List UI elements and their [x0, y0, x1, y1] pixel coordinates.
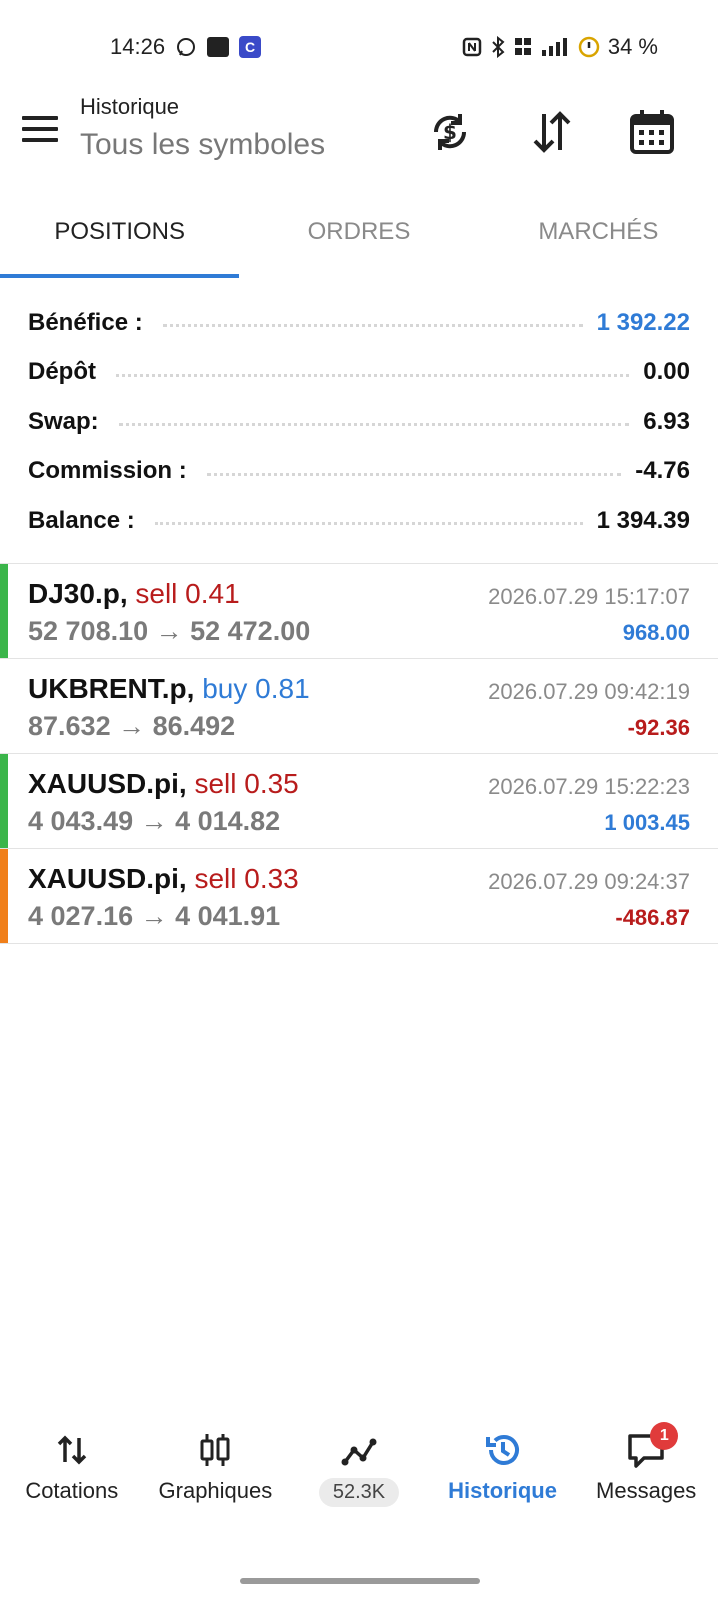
summary-panel: Bénéfice : 1 392.22 Dépôt 0.00 Swap: 6.9…: [0, 298, 718, 546]
trade-status-bar: [0, 849, 8, 943]
trade-status-bar: [0, 754, 8, 848]
trade-prices: 4 027.16 → 4 041.91: [28, 901, 281, 931]
summary-value: 6.93: [643, 407, 690, 435]
home-indicator[interactable]: [240, 1578, 480, 1584]
unread-badge: 1: [650, 1422, 679, 1450]
trade-profit: -92.36: [627, 715, 690, 740]
nav-history[interactable]: Historique: [431, 1420, 575, 1530]
trade-row[interactable]: UKBRENT.p, buy 0.81 87.632 → 86.492 2026…: [0, 659, 718, 754]
nav-messages[interactable]: 1 Messages: [574, 1420, 718, 1530]
summary-row-deposit: Dépôt 0.00: [0, 348, 718, 398]
currency-refresh-icon[interactable]: $: [426, 108, 474, 156]
status-left: 14:26 C: [110, 34, 262, 60]
dotted-leader: [154, 522, 583, 526]
summary-value: -4.76: [635, 457, 690, 485]
status-right: 34 %: [462, 34, 658, 60]
trade-profit: 968.00: [622, 620, 690, 645]
dotted-leader: [162, 324, 583, 328]
trade-profit: 1 003.45: [604, 810, 690, 835]
nav-value-pill: 52.3K: [318, 1478, 400, 1507]
battery-saver-icon: [578, 36, 600, 58]
page-title: Historique: [80, 94, 180, 119]
trade-symbol: XAUUSD.pi,: [28, 768, 187, 799]
trade-prices: 4 043.49 → 4 014.82: [28, 806, 281, 836]
summary-label: Dépôt: [28, 358, 102, 387]
trade-list: DJ30.p, sell 0.41 52 708.10 → 52 472.00 …: [0, 563, 718, 944]
summary-row-commission: Commission : -4.76: [0, 447, 718, 497]
tab-bar: POSITIONS ORDRES MARCHÉS: [0, 200, 718, 280]
status-bar: 14:26 C 34 %: [0, 0, 718, 90]
dotted-leader: [116, 373, 630, 377]
sort-icon[interactable]: [528, 108, 576, 156]
nav-label: Messages: [596, 1478, 697, 1503]
tab-markets[interactable]: MARCHÉS: [479, 200, 718, 280]
bluetooth-icon: [490, 36, 506, 58]
trade-row[interactable]: XAUUSD.pi, sell 0.33 4 027.16 → 4 041.91…: [0, 849, 718, 944]
nav-trade[interactable]: 52.3K: [287, 1420, 431, 1530]
summary-label: Balance :: [28, 506, 141, 535]
nav-label: Historique: [448, 1478, 557, 1503]
dotted-leader: [206, 472, 622, 476]
summary-value: 0.00: [643, 358, 690, 386]
nfc-icon: [462, 37, 482, 57]
app-notification-icon: C: [239, 36, 262, 58]
summary-value: 1 392.22: [596, 308, 690, 336]
trade-row[interactable]: XAUUSD.pi, sell 0.35 4 043.49 → 4 014.82…: [0, 754, 718, 849]
menu-icon[interactable]: [22, 116, 58, 146]
trade-time: 2026.07.29 15:17:07: [488, 584, 690, 609]
battery-percent: 34 %: [607, 34, 658, 59]
nav-label: Cotations: [25, 1478, 119, 1503]
trade-header: DJ30.p, sell 0.41: [28, 578, 240, 610]
bottom-nav: Cotations Graphiques 52.3K Historique 1 …: [0, 1420, 718, 1530]
whatsapp-icon: [175, 36, 197, 58]
signal-icon: [540, 36, 570, 58]
trade-header: UKBRENT.p, buy 0.81: [28, 673, 310, 705]
candlestick-icon: [195, 1430, 235, 1470]
history-icon: [483, 1430, 523, 1470]
dotted-leader: [118, 423, 630, 427]
symbol-filter[interactable]: Tous les symboles: [80, 128, 325, 162]
arrows-updown-icon: [52, 1430, 92, 1470]
svg-text:$: $: [443, 120, 457, 144]
nav-label: Graphiques: [158, 1478, 273, 1503]
trade-side: sell 0.33: [194, 863, 299, 894]
app-header: Historique Tous les symboles $: [0, 88, 718, 178]
trade-symbol: XAUUSD.pi,: [28, 863, 187, 894]
summary-row-profit: Bénéfice : 1 392.22: [0, 298, 718, 348]
trade-header: XAUUSD.pi, sell 0.35: [28, 768, 299, 800]
summary-label: Commission :: [28, 457, 193, 486]
trade-time: 2026.07.29 09:24:37: [488, 869, 690, 894]
trend-icon: [339, 1430, 379, 1470]
trade-time: 2026.07.29 09:42:19: [488, 679, 690, 704]
summary-row-balance: Balance : 1 394.39: [0, 496, 718, 546]
volte-icon: [514, 36, 532, 58]
summary-row-swap: Swap: 6.93: [0, 397, 718, 447]
trade-status-bar: [0, 564, 8, 658]
tab-positions[interactable]: POSITIONS: [0, 200, 240, 280]
trade-header: XAUUSD.pi, sell 0.33: [28, 863, 299, 895]
trade-side: sell 0.35: [194, 768, 299, 799]
calendar-icon[interactable]: [628, 108, 676, 156]
nav-quotes[interactable]: Cotations: [0, 1420, 144, 1530]
trade-prices: 52 708.10 → 52 472.00: [28, 616, 311, 646]
trade-side: buy 0.81: [202, 673, 310, 704]
trade-side: sell 0.41: [135, 578, 240, 609]
status-time: 14:26: [110, 34, 166, 59]
summary-label: Swap:: [28, 407, 105, 436]
trade-row[interactable]: DJ30.p, sell 0.41 52 708.10 → 52 472.00 …: [0, 564, 718, 659]
summary-label: Bénéfice :: [28, 308, 149, 337]
summary-value: 1 394.39: [596, 506, 690, 534]
tab-orders[interactable]: ORDRES: [239, 200, 478, 280]
trade-prices: 87.632 → 86.492: [28, 711, 236, 741]
trade-profit: -486.87: [615, 905, 690, 930]
trade-symbol: UKBRENT.p,: [28, 673, 195, 704]
notification-icon: [207, 37, 230, 57]
nav-charts[interactable]: Graphiques: [144, 1420, 288, 1530]
trade-time: 2026.07.29 15:22:23: [488, 774, 690, 799]
trade-symbol: DJ30.p,: [28, 578, 128, 609]
